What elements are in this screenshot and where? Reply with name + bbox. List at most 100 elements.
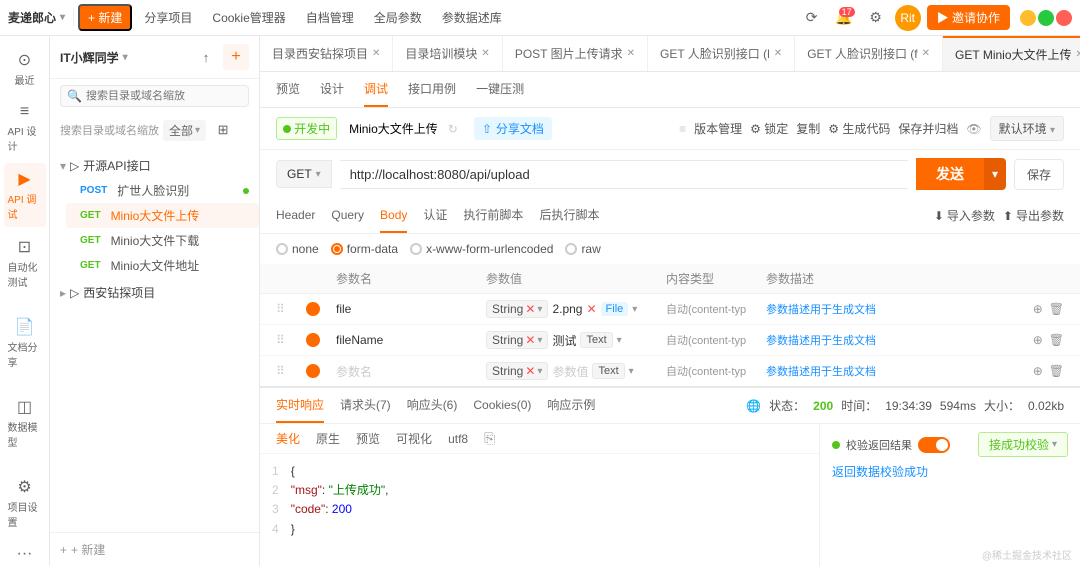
new-button[interactable]: + 新建 xyxy=(78,4,132,31)
param-desc[interactable]: 参数描述用于生成文档 xyxy=(766,301,966,317)
nav-data-model[interactable]: ◫ 数据模型 xyxy=(4,391,46,455)
resp-view-beautify[interactable]: 美化 xyxy=(272,428,304,449)
add-param-btn[interactable]: ⊕ xyxy=(1033,333,1043,347)
params-tab-query[interactable]: Query xyxy=(331,198,364,233)
nav-more[interactable]: ··· 更多 xyxy=(4,539,46,566)
nav-auto-test[interactable]: ⊡ 自动化测试 xyxy=(4,231,46,295)
tree-child-minio-addr[interactable]: GET Minio大文件地址 xyxy=(66,253,259,278)
nav-project-settings[interactable]: ⚙ 项目设置 xyxy=(4,471,46,535)
export-params-btn[interactable]: ⬆ 导出参数 xyxy=(1003,207,1064,224)
toggle-switch[interactable] xyxy=(918,437,950,453)
sub-tab-preview[interactable]: 预览 xyxy=(276,72,300,107)
bottom-tab-realtime[interactable]: 实时响应 xyxy=(276,388,324,423)
tab-catalog-1[interactable]: 目录西安钻探项目 ✕ xyxy=(260,36,393,71)
env-select[interactable]: 默认环境 ▾ xyxy=(990,116,1064,141)
minimize-btn[interactable] xyxy=(1020,10,1036,26)
sidebar-upload-icon[interactable]: ↑ xyxy=(193,44,219,70)
tree-parent-openapi[interactable]: ▾ ▷ 开源API接口 xyxy=(50,153,259,178)
tab-catalog-2[interactable]: 目录培训模块 ✕ xyxy=(393,36,502,71)
url-input[interactable] xyxy=(340,160,908,189)
drag-handle[interactable]: ⠿ xyxy=(276,302,306,316)
tab-get-face-1[interactable]: GET 人脸识别接口 (l ✕ xyxy=(648,36,795,71)
params-tab-pre-script[interactable]: 执行前脚本 xyxy=(463,198,523,233)
sidebar-user-chevron[interactable]: ▾ xyxy=(123,52,128,63)
nav-recent[interactable]: ⊙ 最近 xyxy=(4,44,46,93)
tab-post-img[interactable]: POST 图片上传请求 ✕ xyxy=(503,36,648,71)
type-clear[interactable]: ✕ xyxy=(525,302,535,316)
params-history-btn[interactable]: 参数据述库 xyxy=(434,6,510,29)
sidebar-view-toggle[interactable]: ⊞ xyxy=(210,117,236,143)
type-select[interactable]: String ✕ ▾ xyxy=(486,331,548,349)
refresh-icon[interactable]: ⟳ xyxy=(799,5,825,31)
params-tab-auth[interactable]: 认证 xyxy=(423,198,447,233)
success-btn[interactable]: 接成功校验 ▾ xyxy=(978,432,1068,457)
tab-close[interactable]: ✕ xyxy=(1076,49,1080,60)
tree-child-face-recog[interactable]: POST 扩世人脸识别 xyxy=(66,178,259,203)
add-param-btn[interactable]: ⊕ xyxy=(1033,364,1043,378)
share-project-btn[interactable]: 分享项目 xyxy=(136,6,200,29)
tab-close[interactable]: ✕ xyxy=(372,48,380,59)
params-tab-post-script[interactable]: 后执行脚本 xyxy=(539,198,599,233)
settings-icon[interactable]: ⚙ xyxy=(863,5,889,31)
invite-btn[interactable]: ▶ 邀请协作 xyxy=(927,5,1010,30)
option-raw[interactable]: raw xyxy=(565,242,600,256)
lock-btn[interactable]: ⚙ 锁定 xyxy=(750,120,788,137)
add-param-btn[interactable]: ⊕ xyxy=(1033,302,1043,316)
resp-view-preview[interactable]: 预览 xyxy=(352,428,384,449)
doc-manager-btn[interactable]: 自档管理 xyxy=(298,6,362,29)
add-button[interactable]: + + 新建 xyxy=(60,541,249,558)
bell-icon[interactable]: 🔔 17 xyxy=(831,5,857,31)
sub-tab-debug[interactable]: 调试 xyxy=(364,72,388,107)
maximize-btn[interactable] xyxy=(1038,10,1054,26)
params-tab-body[interactable]: Body xyxy=(380,198,407,233)
type-select[interactable]: String ✕ ▾ xyxy=(486,362,548,380)
resp-view-encoding[interactable]: utf8 xyxy=(444,430,472,448)
copy-btn[interactable]: 复制 xyxy=(796,120,820,137)
bottom-tab-req-header[interactable]: 请求头(7) xyxy=(340,388,391,423)
sub-tab-stress[interactable]: 一键压测 xyxy=(476,72,524,107)
nav-doc-share[interactable]: 📄 文档分享 xyxy=(4,311,46,375)
type-clear[interactable]: ✕ xyxy=(525,364,535,378)
delete-param-btn[interactable]: 🗑 xyxy=(1049,364,1064,378)
share-doc-btn[interactable]: ⇧ 分享文档 xyxy=(474,117,552,140)
save-archive-btn[interactable]: 保存并归档 xyxy=(898,120,958,137)
row-checkbox[interactable] xyxy=(306,333,320,347)
global-params-btn[interactable]: 全局参数 xyxy=(366,6,430,29)
send-dropdown[interactable]: ▾ xyxy=(984,158,1006,190)
tab-close[interactable]: ✕ xyxy=(627,48,635,59)
nav-api-design[interactable]: ≡ API 设计 xyxy=(4,97,46,159)
tree-child-minio-upload[interactable]: GET Minio大文件上传 xyxy=(66,203,259,228)
import-params-btn[interactable]: ⬇ 导入参数 xyxy=(934,207,995,224)
delete-param-btn[interactable]: 🗑 xyxy=(1049,302,1064,316)
params-tab-header[interactable]: Header xyxy=(276,198,315,233)
tab-get-face-2[interactable]: GET 人脸识别接口 (f ✕ xyxy=(795,36,943,71)
sidebar-add-icon[interactable]: + xyxy=(223,44,249,70)
drag-handle[interactable]: ⠿ xyxy=(276,333,306,347)
nav-api-debug[interactable]: ▶ API 调试 xyxy=(4,163,46,227)
copy-response-icon[interactable]: ⎘ xyxy=(484,430,495,447)
tab-close[interactable]: ✕ xyxy=(922,48,930,59)
send-button[interactable]: 发送 xyxy=(916,158,984,190)
value-clear[interactable]: ✕ xyxy=(586,302,596,316)
close-btn[interactable] xyxy=(1056,10,1072,26)
drag-handle[interactable]: ⠿ xyxy=(276,364,306,378)
type-clear[interactable]: ✕ xyxy=(525,333,535,347)
bottom-tab-resp-header[interactable]: 响应头(6) xyxy=(407,388,458,423)
tree-child-minio-download[interactable]: GET Minio大文件下载 xyxy=(66,228,259,253)
option-form-data[interactable]: form-data xyxy=(331,242,398,256)
version-mgmt-btn[interactable]: 版本管理 xyxy=(694,120,742,137)
search-input[interactable] xyxy=(86,90,242,102)
resp-view-visual[interactable]: 可视化 xyxy=(392,428,436,449)
method-select[interactable]: GET ▾ xyxy=(276,160,332,188)
save-button[interactable]: 保存 xyxy=(1014,159,1064,190)
logo-chevron[interactable]: ▾ xyxy=(60,12,65,23)
eye-icon[interactable]: 👁 xyxy=(966,122,981,136)
option-none[interactable]: none xyxy=(276,242,319,256)
tab-close[interactable]: ✕ xyxy=(774,48,782,59)
tab-close[interactable]: ✕ xyxy=(481,48,489,59)
option-urlencoded[interactable]: x-www-form-urlencoded xyxy=(410,242,553,256)
param-desc[interactable]: 参数描述用于生成文档 xyxy=(766,363,966,379)
cookie-manager-btn[interactable]: Cookie管理器 xyxy=(204,6,293,29)
gen-code-btn[interactable]: ⚙ 生成代码 xyxy=(828,120,890,137)
verify-link[interactable]: 返回数据校验成功 xyxy=(832,463,1068,480)
